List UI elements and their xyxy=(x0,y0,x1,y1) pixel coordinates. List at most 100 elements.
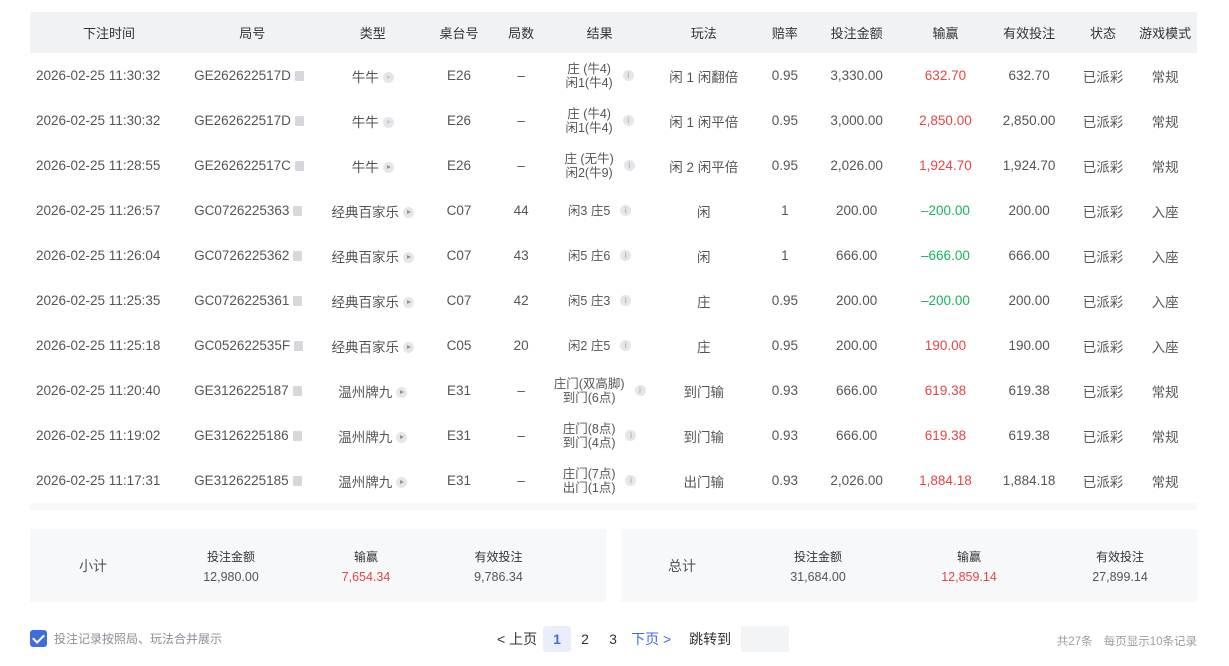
next-page-button[interactable]: 下页 > xyxy=(631,629,671,649)
subtotal-valid-label: 有效投注 xyxy=(474,549,523,564)
round-id: GE262622517C xyxy=(194,158,291,173)
game-type-cell: 牛牛 xyxy=(316,53,429,98)
game-type-cell: 温州牌九 xyxy=(316,413,429,458)
bet-time-cell: 2026-02-25 11:30:32 xyxy=(36,68,161,83)
play-replay-icon[interactable] xyxy=(382,161,394,173)
play-replay-icon[interactable] xyxy=(396,476,408,488)
result-line: 庄门(7点) xyxy=(562,466,616,481)
subtotal-valid: 有效投注 9,786.34 xyxy=(426,548,571,584)
game-type: 经典百家乐 xyxy=(331,204,400,220)
bet-amount-cell: 666.00 xyxy=(836,383,878,398)
round-count-cell: – xyxy=(517,383,525,398)
result-cell: 庄 (无牛) 闲2(牛9) i xyxy=(553,143,645,188)
round-count-cell: 43 xyxy=(513,248,529,263)
win-loss-cell: –200.00 xyxy=(921,203,970,218)
info-icon[interactable]: i xyxy=(620,340,632,352)
play-type-cell: 出门输 xyxy=(683,474,725,490)
game-type: 牛牛 xyxy=(351,114,379,130)
table-row: 2026-02-25 11:30:32 GE262622517D 牛牛 E26 – 庄 (… xyxy=(30,98,1197,143)
subtotal-bet-label: 投注金额 xyxy=(206,549,255,564)
copy-icon[interactable] xyxy=(292,386,302,396)
subtotal-win: 输赢 7,654.34 xyxy=(306,548,426,584)
total-win-value: 12,859.14 xyxy=(941,569,997,584)
result-cell: 闲5 庄6 i xyxy=(553,233,645,278)
play-replay-icon[interactable] xyxy=(382,71,394,83)
subtotal-bet-value: 12,980.00 xyxy=(203,569,259,584)
copy-icon[interactable] xyxy=(294,116,304,126)
info-icon[interactable]: i xyxy=(622,115,634,126)
odds-cell: 0.95 xyxy=(771,68,798,83)
play-replay-icon[interactable] xyxy=(403,341,415,353)
subtotal-win-label: 输赢 xyxy=(353,549,378,564)
result-cell: 庄门(8点) 到门(4点) i xyxy=(553,413,645,458)
win-loss-cell: 2,850.00 xyxy=(919,113,972,128)
play-type-cell: 闲 2 闲平倍 xyxy=(669,159,739,175)
copy-icon[interactable] xyxy=(292,431,302,441)
status-cell: 已派彩 xyxy=(1082,384,1124,400)
table-header-row: 下注时间 局号 类型 桌台号 局数 结果 玩法 赔率 投注金额 输赢 有效投注 … xyxy=(30,12,1197,53)
result-text: 庄门(7点) 出门(1点) xyxy=(563,467,616,495)
copy-icon[interactable] xyxy=(293,251,303,261)
result-cell: 庄门(双高脚) 到门(6点) i xyxy=(553,368,646,413)
merge-records-toggle[interactable]: 投注记录按照局、玩法合并展示 xyxy=(30,630,222,647)
total-records-text: 共27条 xyxy=(1056,636,1093,648)
info-icon[interactable]: i xyxy=(634,385,646,396)
result-cell: 闲5 庄3 i xyxy=(553,278,645,323)
game-type-cell: 经典百家乐 xyxy=(316,278,429,323)
result-cell: 庄 (牛4) 闲1(牛4) i xyxy=(553,98,645,143)
copy-icon[interactable] xyxy=(294,161,304,171)
copy-icon[interactable] xyxy=(293,296,303,306)
info-icon[interactable]: i xyxy=(625,430,637,441)
info-icon[interactable]: i xyxy=(623,160,635,171)
copy-icon[interactable] xyxy=(292,476,302,486)
game-mode-cell: 入座 xyxy=(1151,339,1179,355)
total-bet: 投注金额 31,684.00 xyxy=(743,548,893,584)
result-line: 到门(6点) xyxy=(562,390,616,405)
play-replay-icon[interactable] xyxy=(382,116,394,128)
result-text: 闲3 庄5 xyxy=(568,204,610,218)
info-icon[interactable]: i xyxy=(620,250,632,262)
total-valid: 有效投注 27,899.14 xyxy=(1045,548,1195,584)
col-header-status: 状态 xyxy=(1089,26,1116,41)
record-meta: 共27条 每页显示10条记录 xyxy=(1057,633,1197,649)
info-icon[interactable]: i xyxy=(622,70,634,81)
bet-time-cell: 2026-02-25 11:26:57 xyxy=(36,203,161,218)
jump-to-page-input[interactable] xyxy=(741,626,790,652)
round-id-cell: GC0726225363 xyxy=(188,188,316,233)
page-button-1[interactable]: 1 xyxy=(543,626,572,652)
copy-icon[interactable] xyxy=(294,341,304,351)
result-line: 闲3 庄5 xyxy=(567,203,611,218)
col-header-result: 结果 xyxy=(586,26,613,41)
bet-amount-cell: 666.00 xyxy=(836,248,878,263)
info-icon[interactable]: i xyxy=(620,205,632,217)
subtotal-bet: 投注金额 12,980.00 xyxy=(156,548,306,584)
game-type: 温州牌九 xyxy=(338,384,393,400)
game-mode-cell: 常规 xyxy=(1151,384,1179,400)
status-cell: 已派彩 xyxy=(1082,204,1124,220)
play-replay-icon[interactable] xyxy=(403,206,415,218)
page-button-3[interactable]: 3 xyxy=(599,626,627,652)
odds-cell: 1 xyxy=(781,248,789,263)
play-replay-icon[interactable] xyxy=(403,296,415,308)
play-replay-icon[interactable] xyxy=(396,386,408,398)
round-id: GC0726225361 xyxy=(194,293,290,308)
copy-icon[interactable] xyxy=(293,206,303,216)
odds-cell: 0.95 xyxy=(771,293,798,308)
page-button-2[interactable]: 2 xyxy=(571,626,599,652)
merge-checkbox[interactable] xyxy=(30,630,47,647)
play-replay-icon[interactable] xyxy=(403,251,415,263)
bet-time-cell: 2026-02-25 11:28:55 xyxy=(36,158,161,173)
result-line: 到门(4点) xyxy=(562,435,616,450)
game-mode-cell: 常规 xyxy=(1151,159,1179,175)
round-id: GC0726225362 xyxy=(194,248,290,263)
play-replay-icon[interactable] xyxy=(396,431,408,443)
table-row: 2026-02-25 11:28:55 GE262622517C 牛牛 E26 – 庄 (… xyxy=(30,143,1197,188)
game-mode-cell: 常规 xyxy=(1151,474,1179,490)
bet-time-cell: 2026-02-25 11:25:18 xyxy=(36,338,161,353)
prev-page-button[interactable]: < 上页 xyxy=(497,629,537,649)
info-icon[interactable]: i xyxy=(625,475,637,486)
copy-icon[interactable] xyxy=(294,71,304,81)
round-id-cell: GE3126225185 xyxy=(188,458,316,503)
result-line: 闲1(牛4) xyxy=(565,120,613,135)
info-icon[interactable]: i xyxy=(620,295,632,307)
